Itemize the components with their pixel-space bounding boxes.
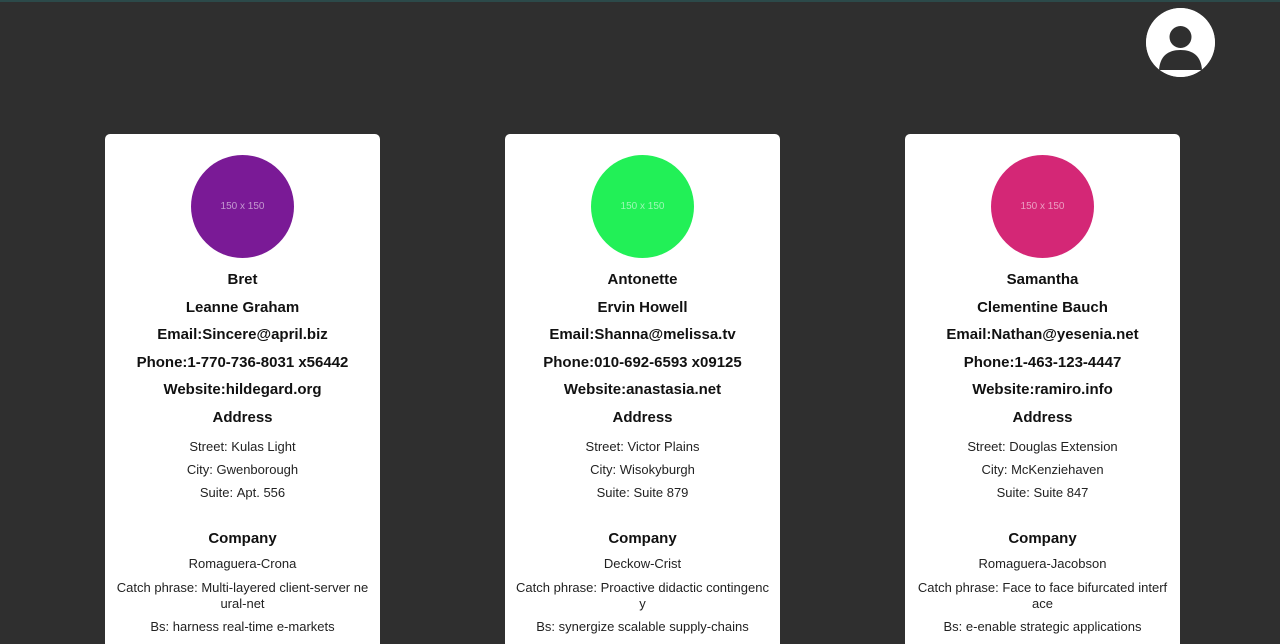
catch-phrase-line: Catch phrase: Face to face bifurcated in…	[917, 579, 1168, 611]
username: Antonette	[607, 271, 678, 289]
phone-line: Phone: 010-692-6593 x09125	[543, 353, 742, 371]
website-line: Website: hildegard.org	[163, 381, 322, 399]
user-photo-placeholder: 150 x 150	[591, 155, 694, 258]
username: Samantha	[1006, 271, 1079, 289]
user-card: 150 x 150 Bret Leanne Graham Email: Sinc…	[105, 134, 380, 644]
street-line: Street: Victor Plains	[585, 438, 700, 454]
email-line: Email: Sincere@april.biz	[157, 326, 328, 344]
phone-value: 1-770-736-8031 x56442	[187, 353, 349, 371]
suite-line: Suite: Suite 879	[596, 484, 689, 500]
user-avatar-icon	[1146, 8, 1215, 77]
phone-value: 1-463-123-4447	[1014, 353, 1122, 371]
bs-line: Bs: synergize scalable supply-chains	[536, 618, 749, 634]
company-name: Romaguera-Jacobson	[978, 556, 1107, 571]
user-card: 150 x 150 Samantha Clementine Bauch Emai…	[905, 134, 1180, 644]
address-heading: Address	[1012, 408, 1073, 426]
phone-line: Phone: 1-463-123-4447	[963, 353, 1122, 371]
email-value: Nathan@yesenia.net	[991, 326, 1139, 344]
username: Bret	[227, 271, 258, 289]
suite-line: Suite: Apt. 556	[199, 484, 286, 500]
catch-phrase-line: Catch phrase: Proactive didactic conting…	[516, 579, 769, 611]
suite-line: Suite: Suite 847	[996, 484, 1089, 500]
user-photo-placeholder: 150 x 150	[991, 155, 1094, 258]
street-line: Street: Kulas Light	[189, 438, 296, 454]
full-name: Clementine Bauch	[977, 298, 1108, 316]
email-value: Shanna@melissa.tv	[594, 326, 736, 344]
email-line: Email: Shanna@melissa.tv	[549, 326, 736, 344]
full-name: Leanne Graham	[185, 298, 300, 316]
company-name: Romaguera-Crona	[188, 556, 297, 571]
website-line: Website: anastasia.net	[563, 381, 722, 399]
full-name: Ervin Howell	[597, 298, 688, 316]
catch-phrase-line: Catch phrase: Multi-layered client-serve…	[116, 579, 369, 611]
street-line: Street: Douglas Extension	[967, 438, 1118, 454]
phone-line: Phone: 1-770-736-8031 x56442	[136, 353, 349, 371]
email-line: Email: Nathan@yesenia.net	[946, 326, 1139, 344]
city-line: City: Gwenborough	[186, 461, 299, 477]
city-line: City: Wisokyburgh	[590, 461, 695, 477]
company-heading: Company	[608, 530, 677, 548]
user-card: 150 x 150 Antonette Ervin Howell Email: …	[505, 134, 780, 644]
address-heading: Address	[212, 408, 273, 426]
user-avatar-button[interactable]	[1146, 8, 1215, 77]
user-photo-placeholder: 150 x 150	[191, 155, 294, 258]
website-line: Website: ramiro.info	[972, 381, 1113, 399]
company-heading: Company	[1008, 530, 1077, 548]
address-heading: Address	[612, 408, 673, 426]
phone-value: 010-692-6593 x09125	[594, 353, 742, 371]
city-line: City: McKenziehaven	[981, 461, 1104, 477]
bs-line: Bs: e-enable strategic applications	[943, 618, 1142, 634]
bs-line: Bs: harness real-time e-markets	[150, 618, 335, 634]
company-heading: Company	[208, 530, 277, 548]
website-value: ramiro.info	[1034, 381, 1113, 399]
company-name: Deckow-Crist	[603, 556, 682, 571]
top-border	[0, 0, 1280, 2]
website-value: anastasia.net	[626, 381, 722, 399]
website-value: hildegard.org	[225, 381, 322, 399]
email-value: Sincere@april.biz	[202, 326, 328, 344]
